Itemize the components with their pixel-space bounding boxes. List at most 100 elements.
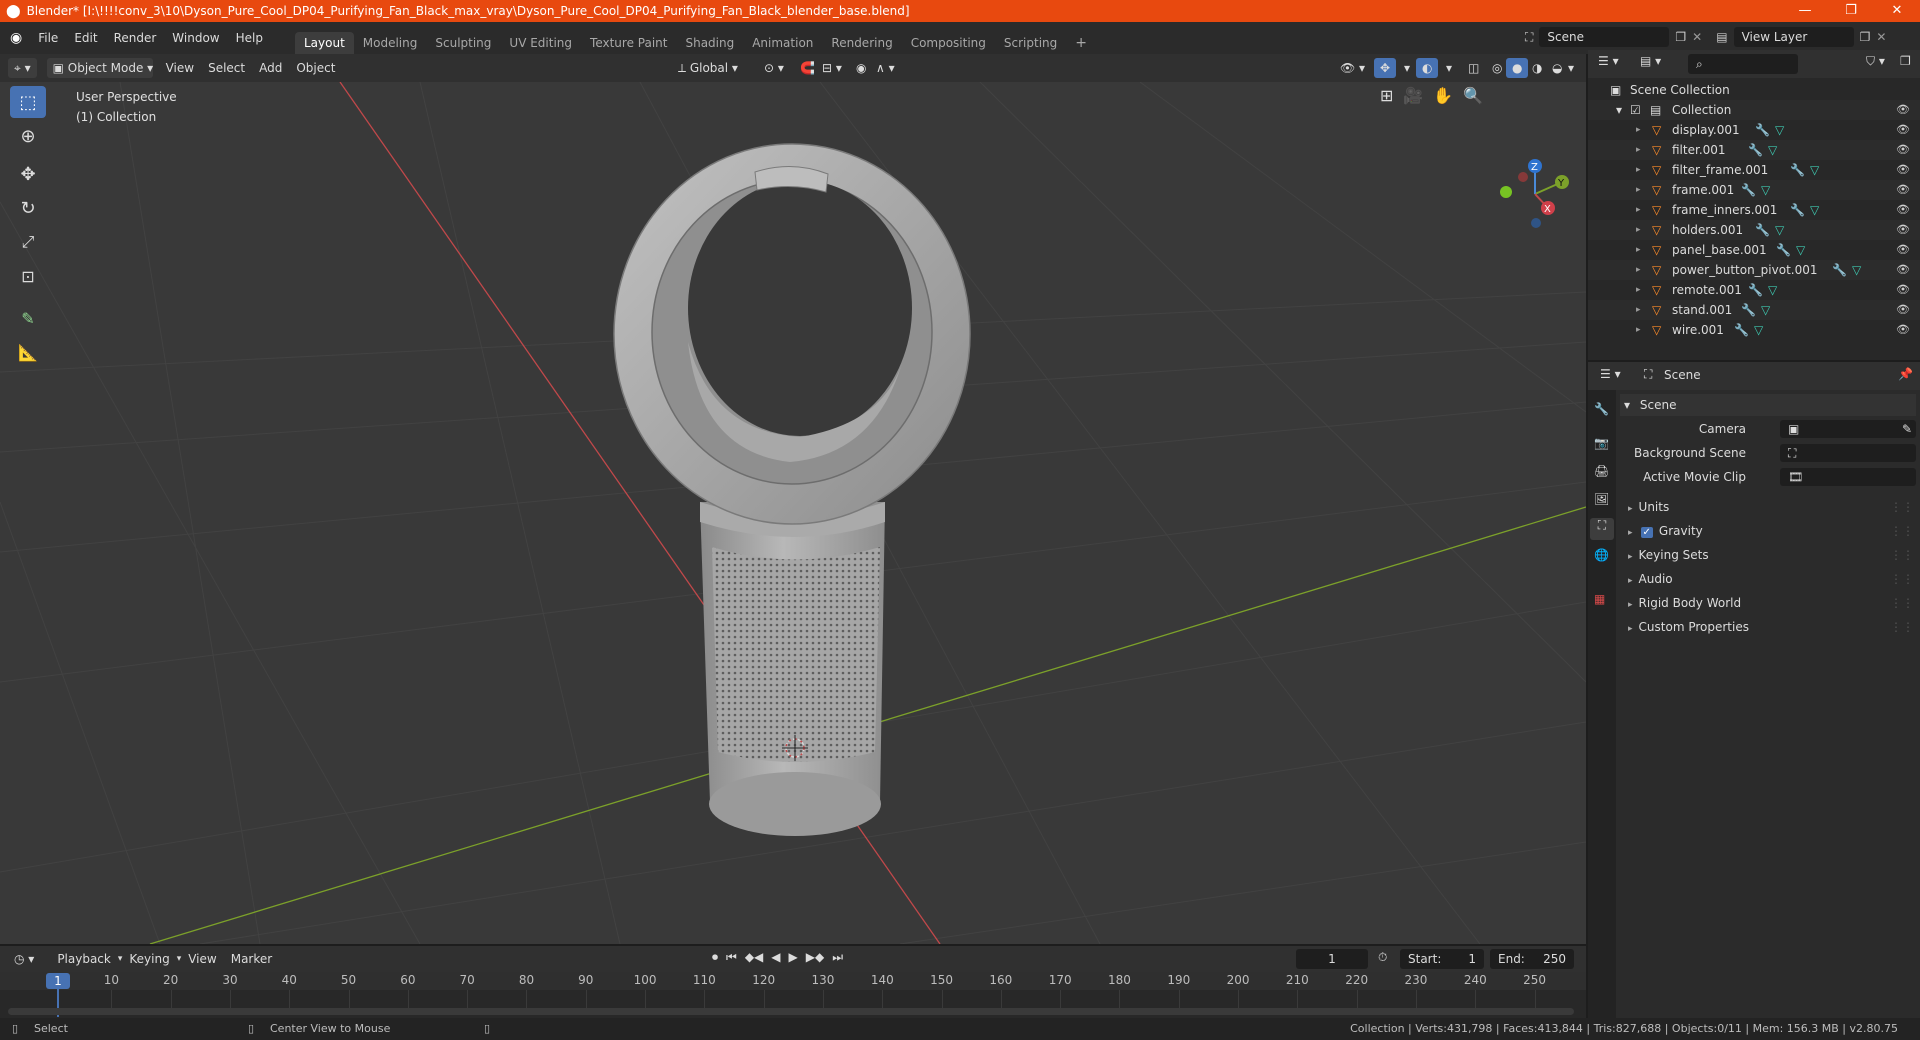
render-tab-icon[interactable]: 📷: [1594, 436, 1609, 450]
scene-section-header[interactable]: ▾ Scene: [1620, 394, 1916, 416]
properties-panel-audio[interactable]: ▸ Audio ⋮⋮: [1624, 568, 1914, 590]
drag-handle-icon[interactable]: ⋮⋮: [1890, 568, 1914, 590]
mesh-data-icon[interactable]: ▽: [1761, 180, 1770, 200]
proportional-falloff-dropdown[interactable]: ∧ ▾: [870, 58, 901, 78]
outliner-object-row[interactable]: ▸ ▽ wire.001 🔧 ▽ 👁: [1588, 320, 1920, 340]
current-frame-indicator[interactable]: 1: [46, 973, 70, 989]
preview-range-clock-icon[interactable]: ⏱: [1378, 950, 1387, 965]
transform-orientation-dropdown[interactable]: ⟂ Global ▾: [672, 58, 752, 78]
snap-target-dropdown[interactable]: ⊟ ▾: [816, 58, 848, 78]
new-collection-icon[interactable]: ❐: [1900, 54, 1911, 68]
jump-keyframe-back-button[interactable]: ◆◀: [745, 950, 763, 965]
filter-icon[interactable]: ⛉ ▾: [1866, 54, 1885, 69]
pan-view-icon[interactable]: ✋: [1433, 86, 1453, 105]
properties-panel-gravity[interactable]: ▸ ✓ Gravity ⋮⋮: [1624, 520, 1914, 542]
world-tab-icon[interactable]: 🌐: [1594, 548, 1609, 562]
eyedropper-icon[interactable]: ✎: [1902, 420, 1912, 438]
tool-tab-icon[interactable]: 🔧: [1594, 402, 1609, 416]
visibility-eye-icon[interactable]: 👁: [1896, 180, 1910, 200]
start-frame-field[interactable]: Start: 1: [1400, 949, 1484, 969]
mesh-data-icon[interactable]: ▽: [1775, 120, 1784, 140]
mesh-data-icon[interactable]: ▽: [1796, 240, 1805, 260]
close-button[interactable]: ✕: [1874, 0, 1920, 22]
outliner-object-row[interactable]: ▸ ▽ filter_frame.001 🔧 ▽ 👁: [1588, 160, 1920, 180]
select-box-tool[interactable]: ⬚: [10, 86, 46, 118]
xray-toggle[interactable]: ◫: [1462, 58, 1485, 78]
tab-scripting[interactable]: Scripting: [995, 32, 1066, 54]
tab-sculpting[interactable]: Sculpting: [426, 32, 500, 54]
properties-editor-type-button[interactable]: ☰ ▾: [1600, 367, 1621, 381]
visibility-eye-icon[interactable]: 👁: [1896, 140, 1910, 160]
modifier-wrench-icon[interactable]: 🔧: [1741, 300, 1756, 320]
3d-viewport[interactable]: Z Y X User Perspective (1) Collection ⬚ …: [0, 82, 1586, 944]
menu-window[interactable]: Window: [164, 27, 227, 49]
modifier-wrench-icon[interactable]: 🔧: [1776, 240, 1791, 260]
menu-help[interactable]: Help: [228, 27, 271, 49]
scale-tool[interactable]: ⤢: [10, 226, 46, 258]
minimize-button[interactable]: —: [1782, 0, 1828, 22]
drag-handle-icon[interactable]: ⋮⋮: [1890, 592, 1914, 614]
remove-view-layer-icon[interactable]: ✕: [1876, 30, 1886, 44]
annotate-tool[interactable]: ✎: [10, 302, 46, 334]
new-scene-icon[interactable]: ❐: [1675, 30, 1686, 44]
mesh-data-icon[interactable]: ▽: [1852, 260, 1861, 280]
tab-animation[interactable]: Animation: [743, 32, 822, 54]
jump-start-button[interactable]: ⏮: [726, 950, 737, 965]
outliner-editor-type-button[interactable]: ☰ ▾: [1598, 54, 1619, 68]
modifier-wrench-icon[interactable]: 🔧: [1748, 280, 1763, 300]
expand-chevron-icon[interactable]: ▸: [1636, 140, 1641, 160]
drag-handle-icon[interactable]: ⋮⋮: [1890, 544, 1914, 566]
visibility-eye-icon[interactable]: 👁: [1896, 160, 1910, 180]
pin-icon[interactable]: 📌: [1898, 367, 1913, 381]
modifier-wrench-icon[interactable]: 🔧: [1734, 320, 1749, 340]
tab-modeling[interactable]: Modeling: [354, 32, 427, 54]
outliner-object-row[interactable]: ▸ ▽ frame_inners.001 🔧 ▽ 👁: [1588, 200, 1920, 220]
fan-model[interactable]: [613, 143, 971, 836]
overlays-dropdown[interactable]: ▾: [1440, 58, 1458, 78]
toggle-ortho-icon[interactable]: ⊞: [1380, 86, 1393, 105]
jump-end-button[interactable]: ⏭: [832, 950, 843, 965]
visibility-eye-icon[interactable]: 👁: [1896, 260, 1910, 280]
scene-icon[interactable]: ⛶: [1525, 30, 1533, 45]
output-tab-icon[interactable]: 🖨: [1594, 464, 1609, 478]
expand-chevron-icon[interactable]: ▸: [1636, 240, 1641, 260]
outliner-collection[interactable]: ▾ ☑ ▤ Collection 👁: [1588, 100, 1920, 120]
editor-type-button[interactable]: ⌖ ▾: [8, 58, 37, 78]
gizmo-dropdown[interactable]: ▾: [1398, 58, 1416, 78]
expand-chevron-icon[interactable]: ▸: [1636, 260, 1641, 280]
expand-chevron-icon[interactable]: ▸: [1636, 120, 1641, 140]
zoom-view-icon[interactable]: 🔍: [1463, 86, 1483, 105]
visibility-eye-icon[interactable]: 👁: [1896, 240, 1910, 260]
scene-field[interactable]: Scene: [1539, 27, 1670, 47]
drag-handle-icon[interactable]: ⋮⋮: [1890, 496, 1914, 518]
collection-visibility-eye-icon[interactable]: 👁: [1896, 100, 1910, 120]
view-layer-icon[interactable]: ▤: [1716, 30, 1727, 44]
modifier-wrench-icon[interactable]: 🔧: [1755, 220, 1770, 240]
modifier-wrench-icon[interactable]: 🔧: [1748, 140, 1763, 160]
add-workspace-button[interactable]: +: [1066, 32, 1096, 54]
mesh-data-icon[interactable]: ▽: [1768, 280, 1777, 300]
expand-chevron-icon[interactable]: ▸: [1636, 320, 1641, 340]
tab-shading[interactable]: Shading: [676, 32, 743, 54]
menu-file[interactable]: File: [30, 27, 66, 49]
visibility-eye-icon[interactable]: 👁: [1896, 300, 1910, 320]
timeline-scrollbar[interactable]: [8, 1008, 1574, 1015]
outliner-object-row[interactable]: ▸ ▽ remote.001 🔧 ▽ 👁: [1588, 280, 1920, 300]
tab-texture-paint[interactable]: Texture Paint: [581, 32, 676, 54]
visibility-eye-icon[interactable]: 👁: [1896, 200, 1910, 220]
menu-keying[interactable]: Keying: [122, 949, 176, 969]
gizmo-toggle[interactable]: ✥: [1374, 58, 1397, 78]
measure-tool[interactable]: 📐: [10, 336, 46, 368]
end-frame-field[interactable]: End: 250: [1490, 949, 1574, 969]
mode-dropdown[interactable]: ▣ Object Mode ▾: [46, 58, 153, 78]
play-button[interactable]: ▶: [789, 950, 798, 965]
cursor-tool[interactable]: ⊕: [10, 120, 46, 152]
outliner-search-input[interactable]: ⌕: [1688, 54, 1798, 74]
outliner-object-row[interactable]: ▸ ▽ stand.001 🔧 ▽ 👁: [1588, 300, 1920, 320]
tab-compositing[interactable]: Compositing: [902, 32, 995, 54]
outliner-object-row[interactable]: ▸ ▽ holders.001 🔧 ▽ 👁: [1588, 220, 1920, 240]
outliner-object-row[interactable]: ▸ ▽ frame.001 🔧 ▽ 👁: [1588, 180, 1920, 200]
rotate-tool[interactable]: ↻: [10, 192, 46, 224]
properties-panel-rigid-body-world[interactable]: ▸ Rigid Body World ⋮⋮: [1624, 592, 1914, 614]
mesh-data-icon[interactable]: ▽: [1761, 300, 1770, 320]
